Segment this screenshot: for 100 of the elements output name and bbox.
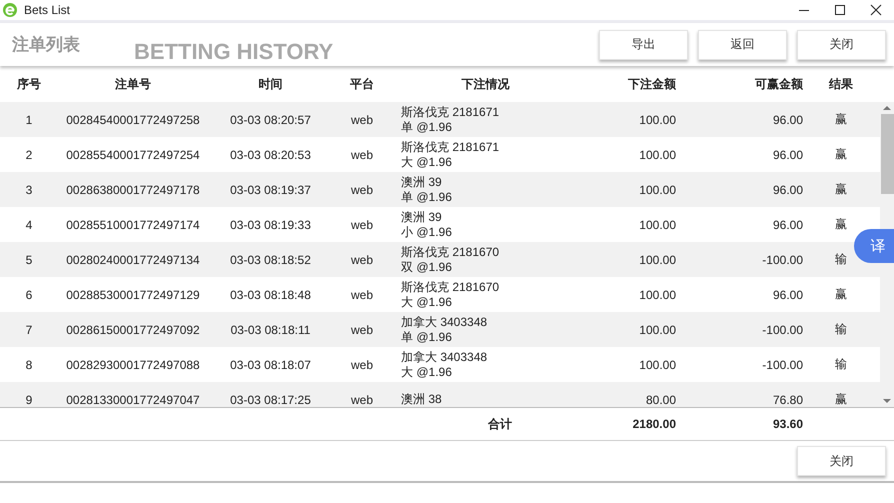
table-cell-text: 3 (24, 182, 34, 196)
table-cell-text: 100.00 (638, 218, 676, 232)
table-cell-text: 9 (24, 392, 34, 406)
table-cell-text: 00281330001772497047 (65, 392, 201, 406)
table-cell-text: 澳洲 38 (401, 392, 443, 407)
table-cell-text: 96.00 (772, 148, 803, 162)
table-cell-text: 00284540001772497258 (65, 112, 201, 126)
close-icon[interactable] (870, 4, 882, 16)
table-cell-text: 100.00 (638, 358, 676, 372)
table-cell-text: 03-03 08:18:48 (229, 288, 312, 302)
table-cell-text: 100.00 (638, 288, 676, 302)
table-cell-text: 00285540001772497254 (65, 148, 201, 162)
table-cell-text: 76.80 (772, 392, 803, 406)
table-cell-text: 赢 (834, 391, 848, 407)
table-cell-text: 输 (834, 251, 848, 268)
table-cell-text: 斯洛伐克 2181671 (401, 140, 500, 154)
table-cell-text: 03-03 08:20:53 (229, 148, 312, 162)
table-cell-text: 单 @1.96 (401, 120, 453, 134)
table-cell-text: web (350, 252, 374, 266)
table-cell-text: 03-03 08:18:07 (229, 358, 312, 372)
translate-button[interactable]: 译 (854, 229, 894, 263)
table-cell-text: 加拿大 3403348 (401, 314, 488, 330)
total-amount: 2180.00 (632, 417, 676, 431)
scroll-down-icon[interactable] (883, 398, 891, 404)
table-cell-text: 赢 (834, 286, 848, 303)
total-win: 93.60 (772, 417, 803, 431)
window-title: Bets List (24, 3, 70, 17)
total-label: 合计 (487, 416, 513, 432)
column-header: 可赢金额 (754, 76, 803, 92)
table-cell-text: -100.00 (761, 322, 803, 336)
table-cell-text: 03-03 08:20:57 (229, 112, 312, 126)
table-cell-text: 1 (24, 112, 34, 126)
table-cell-text: 赢 (834, 181, 848, 198)
table-cell-text: 6 (24, 288, 34, 302)
table-cell-text: 00288530001772497129 (65, 288, 201, 302)
table-cell-text: 赢 (834, 216, 848, 233)
column-header: 下注金额 (627, 76, 676, 92)
table-cell-text: web (350, 148, 374, 162)
header-button[interactable]: 导出 (599, 30, 688, 60)
table-cell-text: -100.00 (761, 358, 803, 372)
table-cell-text: 澳洲 39 (401, 210, 443, 224)
table-cell-text: 00285510001772497174 (65, 218, 201, 232)
header-button[interactable]: 关闭 (797, 30, 886, 60)
table-cell-text: web (350, 322, 374, 336)
column-header: 平台 (349, 76, 375, 92)
table-cell-text: 100.00 (638, 148, 676, 162)
table-cell-text: web (350, 392, 374, 406)
table-cell-text: 00286150001772497092 (65, 322, 201, 336)
table-cell-text: 100.00 (638, 322, 676, 336)
column-header: 注单号 (114, 76, 152, 92)
table-cell-text: 2 (24, 148, 34, 162)
table-cell-text: 96.00 (772, 112, 803, 126)
table-cell-text: 100.00 (638, 252, 676, 266)
table-cell-text: 输 (834, 356, 848, 373)
header-button[interactable]: 返回 (698, 30, 787, 60)
table-cell-text: 斯洛伐克 2181670 (401, 244, 500, 260)
table-cell-text: 4 (24, 218, 34, 232)
table-cell-text: 03-03 08:18:11 (230, 322, 312, 336)
table-cell-text: 00282930001772497088 (65, 358, 201, 372)
maximize-icon[interactable] (834, 4, 846, 16)
column-header: 下注情况 (460, 76, 510, 92)
column-header: 结果 (828, 76, 854, 92)
table-cell-text: web (350, 218, 374, 232)
table-cell-text: 加拿大 3403348 (401, 350, 488, 364)
table-cell-text: 澳洲 39 (401, 174, 443, 190)
column-header: 序号 (16, 76, 42, 92)
table-cell-text: 大 @1.96 (401, 154, 453, 170)
table-cell-text: -100.00 (761, 252, 803, 266)
table-cell-text: 100.00 (638, 182, 676, 196)
table-cell-text: 00280240001772497134 (65, 252, 201, 266)
table-cell-text: 03-03 08:19:37 (229, 182, 312, 196)
table-cell-text: 斯洛伐克 2181671 (401, 104, 500, 120)
table-cell-text: 斯洛伐克 2181670 (401, 280, 500, 294)
column-header: 时间 (258, 76, 284, 92)
table-cell-text: 赢 (834, 111, 848, 128)
table-cell-text: 8 (24, 358, 34, 372)
table-cell-text: 100.00 (638, 112, 676, 126)
table-cell-text: web (350, 182, 374, 196)
table-cell-text: 大 @1.96 (401, 364, 453, 380)
table-cell-text: 96.00 (772, 218, 803, 232)
table-cell-text: web (350, 288, 374, 302)
table-cell-text: 80.00 (644, 392, 676, 406)
table-cell-text: 输 (834, 321, 848, 338)
scroll-up-icon[interactable] (883, 105, 891, 111)
table-cell-text: 小 @1.96 (401, 224, 453, 240)
table-cell-text: 赢 (834, 146, 848, 163)
table-cell-text: 00286380001772497178 (65, 182, 201, 196)
table-cell-text: 03-03 08:19:33 (229, 218, 312, 232)
table-cell-text: web (350, 358, 374, 372)
table-cell-text: 双 @1.96 (401, 260, 453, 274)
page-title: 注单列表 (12, 34, 80, 56)
table-cell-text: web (350, 112, 374, 126)
table-cell-text: 96.00 (772, 182, 803, 196)
close-button[interactable]: 关闭 (797, 446, 886, 476)
scrollbar-thumb[interactable] (880, 114, 894, 194)
table-cell-text: 96.00 (772, 288, 803, 302)
table-cell-text: 单 @1.96 (401, 190, 453, 204)
table-cell-text: 单 @1.96 (401, 330, 453, 344)
table-cell-text: 大 @1.96 (401, 294, 453, 310)
table-cell-text: 03-03 08:18:52 (229, 252, 312, 266)
